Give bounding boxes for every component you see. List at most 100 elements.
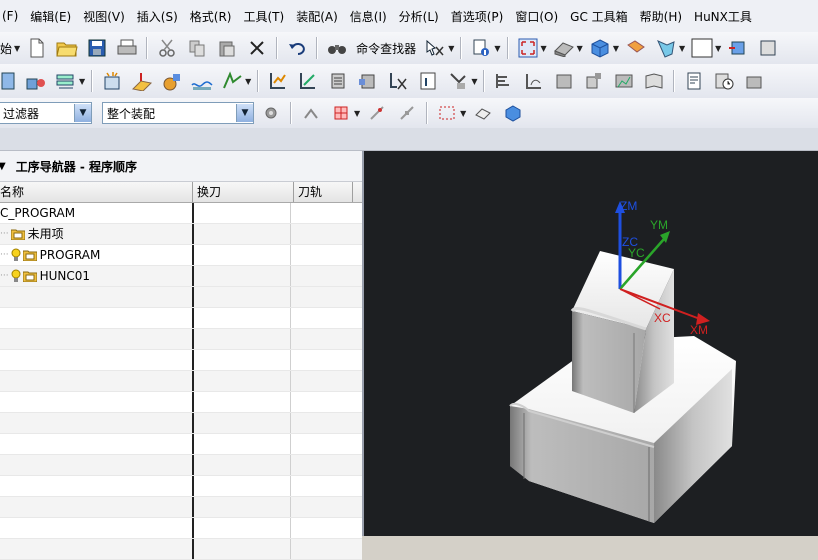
toolpath-icon[interactable] (190, 69, 214, 93)
delete-toolpath-icon[interactable] (386, 69, 410, 93)
book-icon[interactable] (642, 69, 666, 93)
chevron-down-icon[interactable]: ▼ (79, 77, 85, 86)
binoculars-icon[interactable] (325, 36, 349, 60)
table-row[interactable] (0, 476, 362, 497)
copy-icon[interactable] (185, 36, 209, 60)
mid-point-icon[interactable] (395, 101, 419, 125)
menu-info[interactable]: 信息(I) (344, 8, 393, 25)
node-nc-program[interactable]: C_PROGRAM (0, 203, 194, 223)
generate-toolpath-icon[interactable] (266, 69, 290, 93)
node-hunc01[interactable]: ··· HUNC01 (0, 266, 194, 286)
table-row[interactable] (0, 287, 362, 308)
assembly-replace-icon[interactable] (756, 36, 780, 60)
clock-icon[interactable] (712, 69, 736, 93)
menu-preferences[interactable]: 首选项(P) (445, 8, 510, 25)
operation-wizard-icon[interactable] (160, 69, 184, 93)
table-row[interactable] (0, 455, 362, 476)
solid-body-icon[interactable] (501, 101, 525, 125)
node-unused-items[interactable]: ··· 未用项 (0, 224, 194, 244)
cube-view-icon[interactable] (588, 36, 612, 60)
table-row[interactable]: ··· PROGRAM (0, 245, 362, 266)
point-snap-icon[interactable] (329, 101, 353, 125)
chevron-down-icon[interactable]: ▼ (613, 44, 619, 53)
end-point-icon[interactable] (365, 101, 389, 125)
feature-group-icon[interactable] (492, 69, 516, 93)
create-operation-icon[interactable] (130, 69, 154, 93)
column-name[interactable]: 名称 (0, 182, 193, 202)
select-filter-icon[interactable] (423, 36, 447, 60)
print-icon[interactable] (115, 36, 139, 60)
start-button[interactable]: 始 (0, 40, 12, 57)
menu-gc-toolbox[interactable]: GC 工具箱 (564, 8, 634, 25)
verify-toolpath-icon[interactable] (220, 69, 244, 93)
render-style-icon[interactable] (552, 36, 576, 60)
geometry-view-icon[interactable] (582, 69, 606, 93)
background-color-icon[interactable] (690, 36, 714, 60)
toolbox-icon[interactable] (742, 69, 766, 93)
shop-doc-icon[interactable] (416, 69, 440, 93)
chevron-down-icon[interactable]: ▼ (236, 104, 253, 122)
table-row[interactable] (0, 350, 362, 371)
chevron-down-icon[interactable]: ▼ (471, 77, 477, 86)
menu-view[interactable]: 视图(V) (77, 8, 131, 25)
menu-help[interactable]: 帮助(H) (634, 8, 688, 25)
machine-tool-icon[interactable] (552, 69, 576, 93)
chevron-down-icon[interactable]: ▼ (679, 44, 685, 53)
list-toolpath-icon[interactable] (326, 69, 350, 93)
chevron-down-icon[interactable]: ▼ (354, 109, 360, 118)
save-icon[interactable] (85, 36, 109, 60)
model-scene[interactable]: ZM YM XM ZC YC XC (364, 151, 818, 536)
menu-edit[interactable]: 编辑(E) (24, 8, 77, 25)
column-toolpath[interactable]: 刀轨 (294, 182, 353, 202)
table-row[interactable] (0, 371, 362, 392)
table-row[interactable] (0, 539, 362, 560)
create-geometry-icon[interactable] (54, 69, 78, 93)
eraser-icon[interactable] (471, 101, 495, 125)
menu-insert[interactable]: 插入(S) (131, 8, 184, 25)
boss-block[interactable] (570, 251, 674, 413)
postprocess-icon[interactable] (356, 69, 380, 93)
chevron-down-icon[interactable]: ▼ (14, 44, 20, 53)
table-row[interactable] (0, 497, 362, 518)
replay-toolpath-icon[interactable] (296, 69, 320, 93)
node-program[interactable]: ··· PROGRAM (0, 245, 194, 265)
assembly-load-icon[interactable] (726, 36, 750, 60)
fit-view-icon[interactable] (516, 36, 540, 60)
menu-window[interactable]: 窗口(O) (509, 8, 564, 25)
table-row[interactable]: ··· HUNC01 (0, 266, 362, 287)
chevron-down-icon[interactable]: ▼ (494, 44, 500, 53)
command-finder-button[interactable]: 命令查找器 (356, 40, 416, 57)
table-row[interactable]: ··· 未用项 (0, 224, 362, 245)
snap-point-icon[interactable] (299, 101, 323, 125)
chevron-down-icon[interactable]: ▼ (448, 44, 454, 53)
menu-file[interactable]: (F) (0, 9, 24, 23)
new-file-icon[interactable] (25, 36, 49, 60)
column-tool-change[interactable]: 换刀 (193, 182, 294, 202)
chevron-down-icon[interactable]: ▼ (245, 77, 251, 86)
menu-hunx-tools[interactable]: HuNX工具 (688, 8, 758, 25)
method-view-icon[interactable] (612, 69, 636, 93)
menu-tools[interactable]: 工具(T) (237, 8, 290, 25)
menu-assembly[interactable]: 装配(A) (290, 8, 344, 25)
rectangle-select-icon[interactable] (435, 101, 459, 125)
create-method-icon[interactable] (100, 69, 124, 93)
delete-icon[interactable] (245, 36, 269, 60)
chevron-down-icon[interactable]: ▼ (74, 104, 91, 122)
section-view-icon[interactable] (624, 36, 648, 60)
create-tool-icon[interactable] (24, 69, 48, 93)
clip-view-icon[interactable] (654, 36, 678, 60)
table-row[interactable] (0, 392, 362, 413)
chevron-down-icon[interactable]: ▼ (541, 44, 547, 53)
table-row[interactable]: C_PROGRAM (0, 203, 362, 224)
chevron-down-icon[interactable]: ▼ (715, 44, 721, 53)
simulate-icon[interactable] (446, 69, 470, 93)
report-icon[interactable] (682, 69, 706, 93)
scope-filter-select[interactable]: 整个装配 ▼ (102, 102, 254, 124)
table-row[interactable] (0, 434, 362, 455)
table-row[interactable] (0, 329, 362, 350)
pin-icon[interactable]: ▼ (0, 161, 6, 172)
chevron-down-icon[interactable]: ▼ (577, 44, 583, 53)
paste-icon[interactable] (215, 36, 239, 60)
gear-filter-icon[interactable] (259, 101, 283, 125)
menu-format[interactable]: 格式(R) (184, 8, 238, 25)
